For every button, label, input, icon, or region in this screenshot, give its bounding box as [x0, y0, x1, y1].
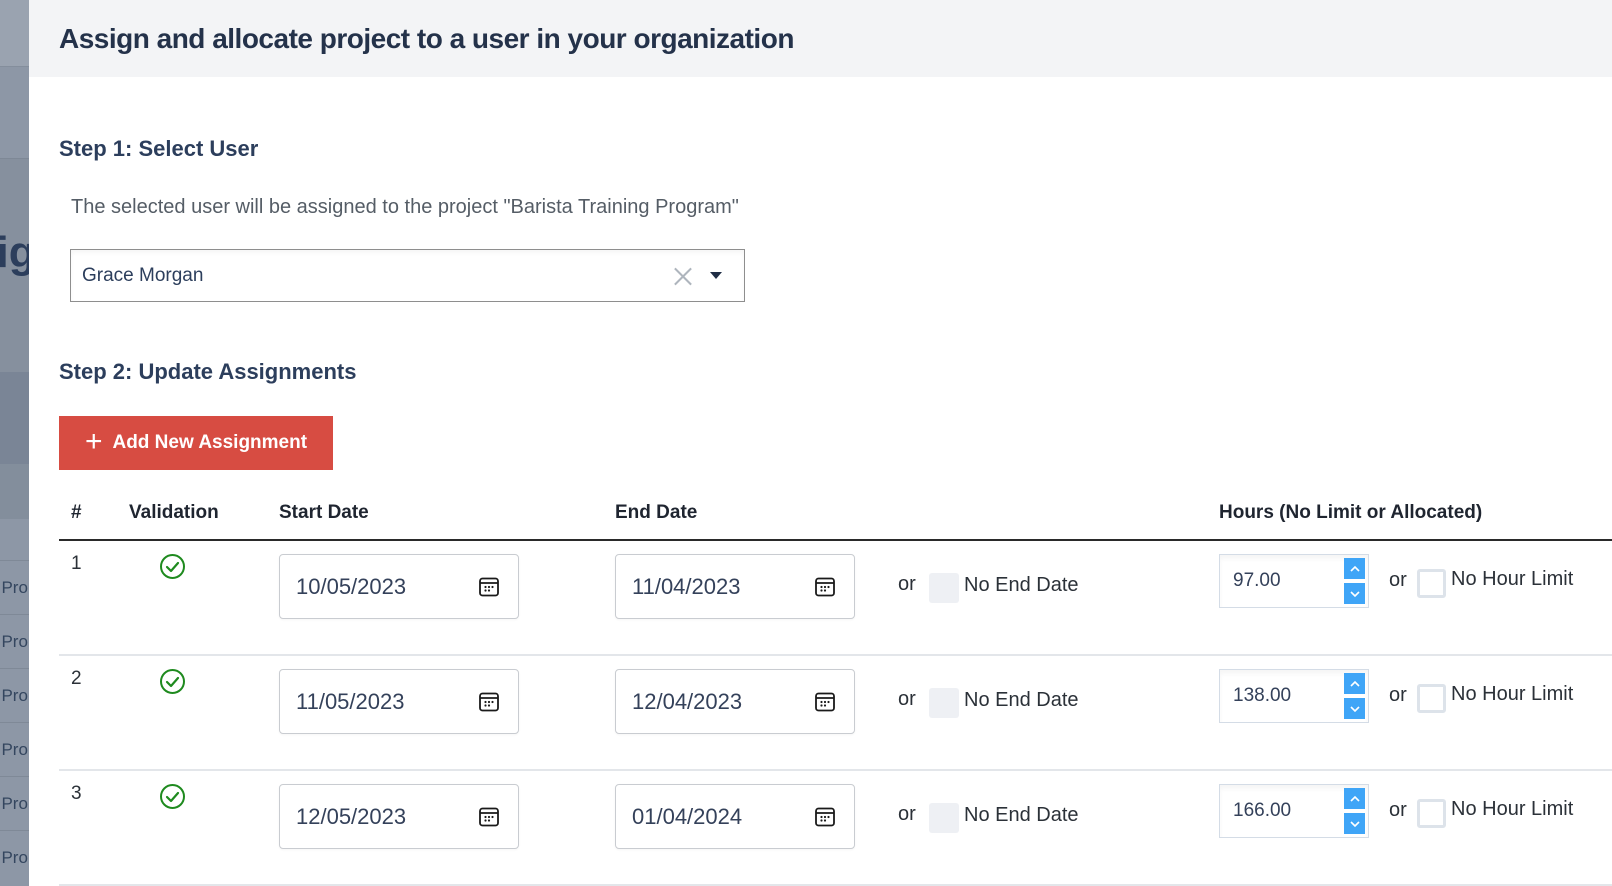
- no-hour-limit-checkbox[interactable]: [1417, 799, 1446, 828]
- caret-down-icon[interactable]: [710, 272, 722, 279]
- row-number: 2: [71, 668, 82, 689]
- calendar-icon[interactable]: [814, 806, 836, 828]
- background-row: ; Pro: [0, 614, 29, 669]
- no-end-date-checkbox[interactable]: [929, 688, 959, 718]
- or-label: or: [1389, 799, 1407, 821]
- end-date-value: 11/04/2023: [632, 573, 741, 599]
- hours-input[interactable]: 138.00: [1219, 669, 1369, 723]
- hours-decrement-button[interactable]: [1344, 813, 1365, 834]
- step2-title: Step 2: Update Assignments: [59, 359, 357, 384]
- no-hour-limit-label: No Hour Limit: [1451, 798, 1574, 820]
- start-date-value: 10/05/2023: [296, 573, 407, 599]
- hours-value: 97.00: [1233, 570, 1281, 591]
- hours-increment-button[interactable]: [1344, 558, 1365, 579]
- hours-increment-button[interactable]: [1344, 673, 1365, 694]
- no-end-date-label: No End Date: [964, 804, 1079, 826]
- chevron-up-icon: [1349, 680, 1360, 687]
- panel-header: Assign and allocate project to a user in…: [29, 0, 1612, 77]
- no-end-date-label: No End Date: [964, 689, 1079, 711]
- background-row: ; Pro: [0, 776, 29, 831]
- add-new-assignment-button[interactable]: + Add New Assignment: [59, 416, 333, 470]
- calendar-icon[interactable]: [814, 576, 836, 598]
- background-page-overlay: sig ; Pro ; Pro ; Pro ; Pro ; Pro ; Pro: [0, 0, 29, 886]
- background-row: ; Pro: [0, 560, 29, 615]
- calendar-icon[interactable]: [814, 691, 836, 713]
- or-label: or: [898, 688, 916, 710]
- background-heading-fragment: sig: [0, 228, 29, 277]
- hours-increment-button[interactable]: [1344, 788, 1365, 809]
- end-date-value: 12/04/2023: [632, 688, 743, 714]
- start-date-value: 12/05/2023: [296, 803, 407, 829]
- or-label: or: [1389, 569, 1407, 591]
- table-row: 1 10/05/2023 11/04/2023 or No End Date 9…: [59, 541, 1612, 656]
- chevron-up-icon: [1349, 795, 1360, 802]
- start-date-input[interactable]: 10/05/2023: [279, 554, 519, 619]
- row-number: 3: [71, 783, 82, 804]
- table-row: 3 12/05/2023 01/04/2024 or No End Date 1…: [59, 771, 1612, 886]
- start-date-input[interactable]: 11/05/2023: [279, 669, 519, 734]
- header-num: #: [71, 502, 82, 523]
- header-start-date: Start Date: [279, 502, 369, 523]
- end-date-input[interactable]: 11/04/2023: [615, 554, 855, 619]
- end-date-input[interactable]: 01/04/2024: [615, 784, 855, 849]
- calendar-icon[interactable]: [478, 576, 500, 598]
- table-header: # Validation Start Date End Date Hours (…: [59, 496, 1612, 541]
- panel-title: Assign and allocate project to a user in…: [59, 22, 794, 54]
- chevron-down-icon: [1349, 705, 1360, 712]
- check-circle-icon: [160, 669, 185, 694]
- user-select[interactable]: Grace Morgan: [70, 249, 745, 302]
- table-row: 2 11/05/2023 12/04/2023 or No End Date 1…: [59, 656, 1612, 771]
- header-end-date: End Date: [615, 502, 698, 523]
- or-label: or: [898, 573, 916, 595]
- no-end-date-checkbox[interactable]: [929, 573, 959, 603]
- no-end-date-checkbox[interactable]: [929, 803, 959, 833]
- calendar-icon[interactable]: [478, 691, 500, 713]
- header-hours: Hours (No Limit or Allocated): [1219, 502, 1483, 523]
- table-body: 1 10/05/2023 11/04/2023 or No End Date 9…: [59, 541, 1612, 886]
- assignments-table: # Validation Start Date End Date Hours (…: [59, 496, 1612, 886]
- user-select-value: Grace Morgan: [82, 264, 204, 286]
- hours-input[interactable]: 97.00: [1219, 554, 1369, 608]
- chevron-up-icon: [1349, 565, 1360, 572]
- header-validation: Validation: [129, 502, 219, 523]
- hours-decrement-button[interactable]: [1344, 698, 1365, 719]
- chevron-down-icon: [1349, 820, 1360, 827]
- calendar-icon[interactable]: [478, 806, 500, 828]
- row-number: 1: [71, 553, 82, 574]
- start-date-input[interactable]: 12/05/2023: [279, 784, 519, 849]
- step1-description: The selected user will be assigned to th…: [71, 196, 739, 218]
- end-date-value: 01/04/2024: [632, 803, 743, 829]
- or-label: or: [898, 803, 916, 825]
- background-row: ; Pro: [0, 668, 29, 723]
- no-hour-limit-label: No Hour Limit: [1451, 568, 1574, 590]
- background-row: ; Pro: [0, 722, 29, 777]
- check-circle-icon: [160, 784, 185, 809]
- hours-value: 166.00: [1233, 800, 1292, 821]
- chevron-down-icon: [1349, 590, 1360, 597]
- no-hour-limit-checkbox[interactable]: [1417, 569, 1446, 598]
- hours-value: 138.00: [1233, 685, 1292, 706]
- step1-title: Step 1: Select User: [59, 136, 259, 161]
- close-icon[interactable]: [672, 265, 694, 287]
- or-label: or: [1389, 684, 1407, 706]
- hours-decrement-button[interactable]: [1344, 583, 1365, 604]
- no-hour-limit-checkbox[interactable]: [1417, 684, 1446, 713]
- add-new-assignment-label: Add New Assignment: [112, 432, 308, 453]
- start-date-value: 11/05/2023: [296, 688, 405, 714]
- background-row: ; Pro: [0, 830, 29, 885]
- assign-project-panel: Assign and allocate project to a user in…: [29, 0, 1612, 886]
- no-hour-limit-label: No Hour Limit: [1451, 683, 1574, 705]
- plus-icon: +: [84, 424, 103, 458]
- hours-input[interactable]: 166.00: [1219, 784, 1369, 838]
- check-circle-icon: [160, 554, 185, 579]
- no-end-date-label: No End Date: [964, 574, 1079, 596]
- end-date-input[interactable]: 12/04/2023: [615, 669, 855, 734]
